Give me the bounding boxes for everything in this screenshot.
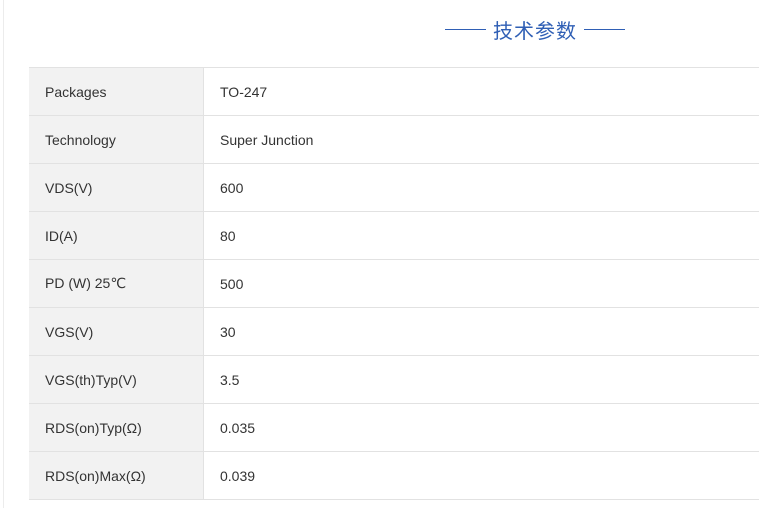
section-title: 技术参数	[493, 18, 577, 43]
spec-value-vds: 600	[203, 163, 759, 212]
spec-value-id: 80	[203, 211, 759, 260]
heading-right-dash	[584, 28, 625, 30]
spec-value-packages: TO-247	[203, 67, 759, 116]
table-row: PD (W) 25℃ 500	[29, 259, 759, 308]
table-row: RDS(on)Max(Ω) 0.039	[29, 451, 759, 500]
heading-left-dash	[445, 28, 486, 30]
section-heading: 技术参数	[445, 14, 625, 44]
spec-label-vgs: VGS(V)	[29, 307, 204, 356]
spec-label-rds-on-max: RDS(on)Max(Ω)	[29, 451, 204, 500]
spec-label-technology: Technology	[29, 115, 204, 164]
spec-label-vds: VDS(V)	[29, 163, 204, 212]
spec-label-packages: Packages	[29, 67, 204, 116]
table-row: RDS(on)Typ(Ω) 0.035	[29, 403, 759, 452]
spec-label-id: ID(A)	[29, 211, 204, 260]
spec-label-rds-on-typ: RDS(on)Typ(Ω)	[29, 403, 204, 452]
spec-label-vgs-th-typ: VGS(th)Typ(V)	[29, 355, 204, 404]
spec-value-vgs: 30	[203, 307, 759, 356]
spec-value-pd: 500	[203, 259, 759, 308]
spec-table: Packages TO-247 Technology Super Junctio…	[29, 67, 759, 500]
table-row: Technology Super Junction	[29, 115, 759, 164]
spec-value-rds-on-typ: 0.035	[203, 403, 759, 452]
spec-value-technology: Super Junction	[203, 115, 759, 164]
table-row: Packages TO-247	[29, 67, 759, 116]
spec-page: 技术参数 Packages TO-247 Technology Super Ju…	[0, 0, 759, 508]
table-row: VDS(V) 600	[29, 163, 759, 212]
table-row: VGS(V) 30	[29, 307, 759, 356]
table-row: ID(A) 80	[29, 211, 759, 260]
left-divider	[3, 0, 4, 508]
spec-label-pd: PD (W) 25℃	[29, 259, 204, 308]
spec-value-vgs-th-typ: 3.5	[203, 355, 759, 404]
spec-value-rds-on-max: 0.039	[203, 451, 759, 500]
table-row: VGS(th)Typ(V) 3.5	[29, 355, 759, 404]
